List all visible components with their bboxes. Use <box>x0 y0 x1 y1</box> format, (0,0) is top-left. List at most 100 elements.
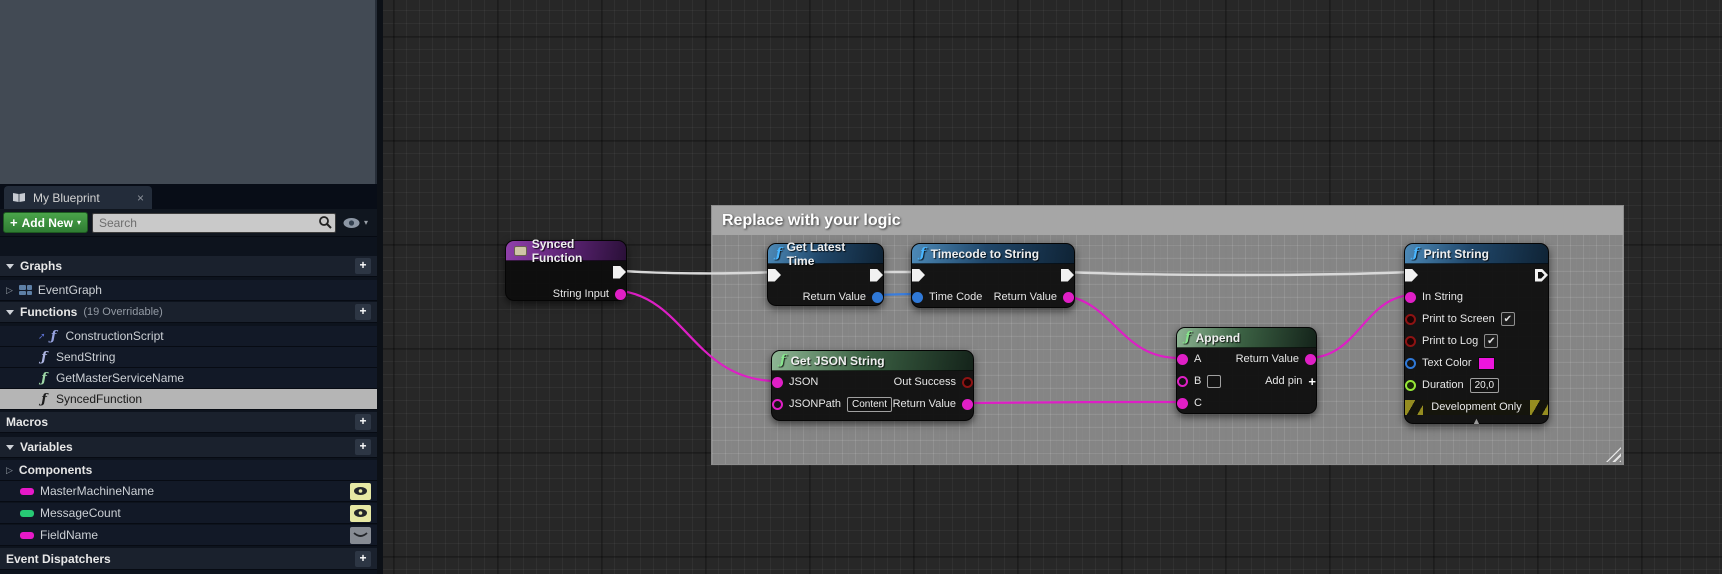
bool-out-pin[interactable] <box>962 377 973 388</box>
list-item-eventgraph[interactable]: ▷ EventGraph <box>0 280 377 301</box>
list-item-sendstring[interactable]: ƒ SendString <box>0 347 377 368</box>
construction-arrow-icon: ➚ <box>38 331 46 342</box>
node-header[interactable]: ƒ Append <box>1177 328 1316 348</box>
development-only-banner: Development Only <box>1405 400 1548 415</box>
eye-icon <box>342 217 361 229</box>
eye-open-icon <box>353 508 368 518</box>
add-new-button[interactable]: + Add New ▾ <box>3 212 88 233</box>
pin-label: In String <box>1422 291 1463 303</box>
search-input[interactable] <box>92 213 336 233</box>
section-event-dispatchers[interactable]: Event Dispatchers + <box>0 548 377 570</box>
resize-handle-icon[interactable] <box>1606 447 1621 462</box>
node-get-latest-time[interactable]: ƒ Get Latest Time Return Value <box>767 243 884 306</box>
node-header[interactable]: ƒ Timecode to String <box>912 244 1074 264</box>
add-function-button[interactable]: + <box>355 304 371 320</box>
exec-out-pin[interactable] <box>870 269 883 282</box>
append-a-pin[interactable] <box>1177 354 1188 365</box>
list-item-messagecount[interactable]: MessageCount <box>0 503 377 524</box>
pin-label: Text Color <box>1422 357 1472 369</box>
append-b-value-field[interactable] <box>1207 375 1221 388</box>
blueprint-editor: Replace with your logic Synced Function … <box>0 0 1722 574</box>
timecode-in-pin[interactable] <box>912 292 923 303</box>
pin-label: String Input <box>553 288 609 300</box>
function-icon: ƒ <box>780 354 786 367</box>
function-icon: ƒ <box>38 392 50 407</box>
timecode-out-pin[interactable] <box>872 292 883 303</box>
add-graph-button[interactable]: + <box>355 258 371 274</box>
duration-value-field[interactable]: 20,0 <box>1470 378 1499 393</box>
exec-out-pin[interactable] <box>1061 269 1074 282</box>
function-icon: ƒ <box>38 371 50 386</box>
add-macro-button[interactable]: + <box>355 414 371 430</box>
text-color-pin[interactable] <box>1405 358 1416 369</box>
in-string-pin[interactable] <box>1405 292 1416 303</box>
tab-title: My Blueprint <box>33 191 100 205</box>
group-components[interactable]: ▷ Components <box>0 460 377 481</box>
string-out-pin[interactable] <box>615 289 626 300</box>
tab-my-blueprint[interactable]: My Blueprint × <box>4 186 152 209</box>
string-out-pin[interactable] <box>962 399 973 410</box>
jsonpath-value-field[interactable]: Content <box>847 397 892 412</box>
print-to-screen-pin[interactable] <box>1405 314 1416 325</box>
pin-label: Print to Log <box>1422 335 1478 347</box>
close-icon[interactable]: × <box>137 191 144 205</box>
caret-down-icon <box>6 264 14 269</box>
section-macros[interactable]: Macros + <box>0 412 377 433</box>
node-synced-function[interactable]: Synced Function String Input <box>505 240 627 301</box>
pin-label: C <box>1194 397 1202 409</box>
string-variable-icon <box>20 488 34 495</box>
visibility-eye-button[interactable] <box>350 505 371 522</box>
add-dispatcher-button[interactable]: + <box>355 551 371 567</box>
node-header[interactable]: Synced Function <box>506 241 626 261</box>
exec-out-pin[interactable] <box>613 266 626 279</box>
function-icon: ƒ <box>776 247 782 260</box>
jsonpath-in-pin[interactable] <box>772 399 783 410</box>
list-item-fieldname[interactable]: FieldName <box>0 525 377 546</box>
exec-in-pin[interactable] <box>912 269 925 282</box>
list-item-getmasterservicename[interactable]: ƒ GetMasterServiceName <box>0 368 377 389</box>
add-pin-icon[interactable]: + <box>1308 374 1316 389</box>
pin-label: JSONPath <box>789 398 841 410</box>
list-item-syncedfunction[interactable]: ƒ SyncedFunction <box>0 389 377 410</box>
node-header[interactable]: ƒ Get JSON String <box>772 351 973 371</box>
view-options-button[interactable]: ▾ <box>342 217 368 229</box>
node-get-json-string[interactable]: ƒ Get JSON String JSON Out Success JSONP… <box>771 350 974 421</box>
pin-label: JSON <box>789 376 818 388</box>
list-item-constructionscript[interactable]: ➚ ƒ ConstructionScript <box>0 326 377 347</box>
exec-in-pin[interactable] <box>768 269 781 282</box>
visibility-eye-button[interactable] <box>350 483 371 500</box>
visibility-eye-button[interactable] <box>350 527 371 544</box>
section-graphs[interactable]: Graphs + <box>0 256 377 277</box>
node-header[interactable]: ƒ Print String <box>1405 244 1548 264</box>
pin-label: Return Value <box>994 291 1057 303</box>
append-c-pin[interactable] <box>1177 398 1188 409</box>
duration-pin[interactable] <box>1405 380 1416 391</box>
text-color-swatch[interactable] <box>1478 357 1495 370</box>
print-to-log-pin[interactable] <box>1405 336 1416 347</box>
caret-right-icon[interactable]: ▷ <box>6 465 13 476</box>
print-to-log-checkbox[interactable]: ✔ <box>1484 334 1498 348</box>
section-functions[interactable]: Functions (19 Overridable) + <box>0 302 377 323</box>
caret-right-icon[interactable]: ▷ <box>6 285 13 296</box>
node-timecode-to-string[interactable]: ƒ Timecode to String Time Code Return Va… <box>911 243 1075 308</box>
function-icon: ƒ <box>38 350 50 365</box>
comment-title[interactable]: Replace with your logic <box>712 206 1623 235</box>
panel-toolbar: + Add New ▾ ▾ <box>0 209 377 237</box>
exec-in-pin[interactable] <box>1405 269 1418 282</box>
add-variable-button[interactable]: + <box>355 439 371 455</box>
node-header[interactable]: ƒ Get Latest Time <box>768 244 883 264</box>
node-append[interactable]: ƒ Append A Return Value B Add pin + <box>1176 327 1317 414</box>
list-item-mastermachinename[interactable]: MasterMachineName <box>0 481 377 502</box>
json-in-pin[interactable] <box>772 377 783 388</box>
print-to-screen-checkbox[interactable]: ✔ <box>1501 312 1515 326</box>
section-variables[interactable]: Variables + <box>0 437 377 458</box>
string-out-pin[interactable] <box>1305 354 1316 365</box>
plus-icon: + <box>10 215 18 230</box>
collapse-advanced-icon[interactable]: ▲ <box>1405 415 1548 427</box>
exec-out-pin[interactable] <box>1535 269 1548 282</box>
node-print-string[interactable]: ƒ Print String In String Print to Screen… <box>1404 243 1549 424</box>
event-graph-icon <box>19 285 32 295</box>
string-out-pin[interactable] <box>1063 292 1074 303</box>
node-title: Append <box>1196 331 1241 345</box>
append-b-pin[interactable] <box>1177 376 1188 387</box>
